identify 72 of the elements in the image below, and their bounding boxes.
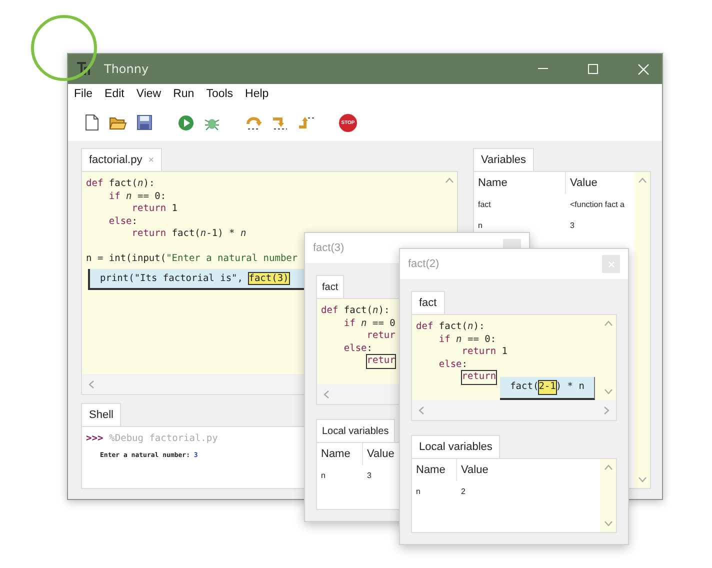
shell-command: %Debug factorial.py <box>109 432 218 444</box>
scroll-left-icon[interactable] <box>418 406 425 414</box>
code-line: def fact(n): <box>416 321 485 334</box>
code-line: retur <box>366 330 396 342</box>
code-line: else: <box>438 358 468 371</box>
column-header[interactable]: Name <box>412 459 457 481</box>
table-cell-text: n <box>415 487 422 496</box>
step-over-icon[interactable] <box>245 114 263 130</box>
code-line: return 1 <box>130 203 178 216</box>
menu-item[interactable]: Edit <box>104 88 124 100</box>
menu-item[interactable]: File <box>74 88 93 100</box>
code-line: return fact(n-1) * n <box>130 228 246 240</box>
code-line: else: <box>342 342 372 355</box>
close-icon[interactable] <box>638 64 648 74</box>
new-file-icon[interactable] <box>85 114 99 131</box>
scroll-down-icon[interactable] <box>604 388 612 395</box>
code-tab[interactable]: fact <box>316 275 344 298</box>
minimize-icon[interactable] <box>538 68 548 70</box>
scroll-up-icon[interactable] <box>604 320 612 327</box>
column-header[interactable]: Value <box>457 459 600 481</box>
shell-prompt: >>> <box>86 432 104 444</box>
scroll-left-icon[interactable] <box>323 390 330 398</box>
column-header[interactable]: Name <box>474 172 566 194</box>
menu-item[interactable]: Tools <box>206 88 234 100</box>
menu-item[interactable]: Help <box>245 88 269 100</box>
scroll-up-icon[interactable] <box>604 464 612 471</box>
table-cell-text: n <box>320 471 326 480</box>
column-header[interactable]: Value <box>363 443 397 465</box>
code-line: return 1 <box>460 346 508 358</box>
code-line: if n == 0: <box>108 190 166 203</box>
window-title: Thonny <box>104 62 150 76</box>
code-tab[interactable]: fact <box>411 291 445 314</box>
menu-item[interactable]: View <box>136 88 162 100</box>
scroll-down-icon[interactable] <box>638 476 646 483</box>
table-cell-text: <function fact a <box>569 200 626 209</box>
code-line: n = int(input("Enter a natural number <box>86 253 298 266</box>
table-cell-text: 3 <box>569 221 576 230</box>
locals-tab[interactable]: Local variables <box>411 435 500 458</box>
save-icon[interactable] <box>136 115 152 130</box>
file-tab[interactable]: factorial.py × <box>81 148 162 171</box>
scroll-up-icon[interactable] <box>444 177 454 184</box>
app-logo-icon <box>76 61 92 77</box>
table-cell-text: 3 <box>366 471 372 480</box>
scroll-right-icon[interactable] <box>603 406 610 414</box>
locals-tab[interactable]: Local variables <box>316 419 395 442</box>
shell-tab[interactable]: Shell <box>81 403 122 426</box>
scroll-left-icon[interactable] <box>88 380 95 388</box>
column-header[interactable]: Name <box>317 443 363 465</box>
window-title: fact(3) <box>313 242 344 254</box>
code-line: if n == 0: <box>438 334 496 346</box>
code-line: def fact(n): <box>86 178 155 190</box>
scroll-down-icon[interactable] <box>604 520 612 527</box>
step-into-icon[interactable] <box>271 114 289 130</box>
table-cell-text: 2 <box>460 487 466 496</box>
code-line: def fact(n): <box>321 305 390 318</box>
window-title: fact(2) <box>408 258 440 270</box>
run-icon[interactable] <box>178 114 194 130</box>
folder-icon[interactable] <box>109 114 127 130</box>
expression-popup: fact(2-1) * n <box>500 377 596 400</box>
menu-item[interactable]: Run <box>173 88 194 100</box>
column-header[interactable]: Value <box>566 172 634 194</box>
scroll-up-icon[interactable] <box>638 177 646 184</box>
current-expression: return <box>462 371 496 384</box>
variables-tab[interactable]: Variables <box>473 148 534 171</box>
table-cell-text: fact <box>477 200 492 209</box>
maximize-icon[interactable] <box>588 64 598 74</box>
table-cell-text: n <box>477 221 484 230</box>
current-expression: retur <box>366 355 396 368</box>
step-out-icon[interactable] <box>297 114 315 130</box>
code-line: if n == 0 <box>342 318 396 330</box>
highlight-circle <box>31 15 97 81</box>
code-line: else: <box>108 216 138 228</box>
